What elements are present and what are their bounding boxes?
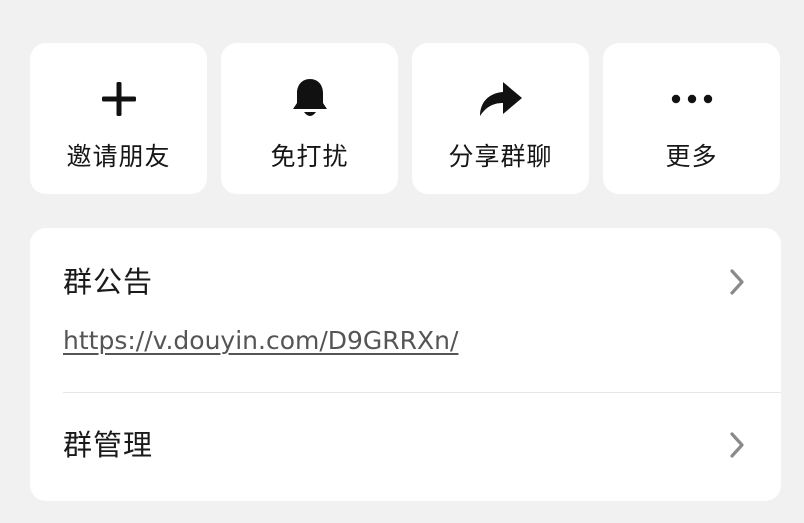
plus-icon — [30, 77, 207, 121]
more-label: 更多 — [665, 142, 718, 171]
share-group-button[interactable]: 分享群聊 — [412, 43, 589, 194]
share-arrow-icon — [412, 77, 589, 121]
more-dots-icon — [603, 77, 780, 121]
group-settings-card: 群公告 https://v.douyin.com/D9GRRXn/ 群管理 — [30, 228, 781, 501]
share-group-label: 分享群聊 — [448, 142, 553, 171]
do-not-disturb-label: 免打扰 — [270, 142, 349, 171]
invite-friends-label: 邀请朋友 — [66, 142, 171, 171]
group-announcement-title[interactable]: 群公告 — [63, 262, 153, 302]
do-not-disturb-button[interactable]: 免打扰 — [221, 43, 398, 194]
chevron-right-icon[interactable] — [727, 430, 747, 460]
group-management-title[interactable]: 群管理 — [63, 425, 153, 465]
invite-friends-button[interactable]: 邀请朋友 — [30, 43, 207, 194]
bell-icon — [221, 77, 398, 121]
more-button[interactable]: 更多 — [603, 43, 780, 194]
chevron-right-icon[interactable] — [727, 267, 747, 297]
divider — [63, 392, 781, 393]
quick-actions: 邀请朋友 免打扰 分享群聊 更多 — [30, 43, 781, 194]
announcement-link[interactable]: https://v.douyin.com/D9GRRXn/ — [63, 324, 458, 358]
